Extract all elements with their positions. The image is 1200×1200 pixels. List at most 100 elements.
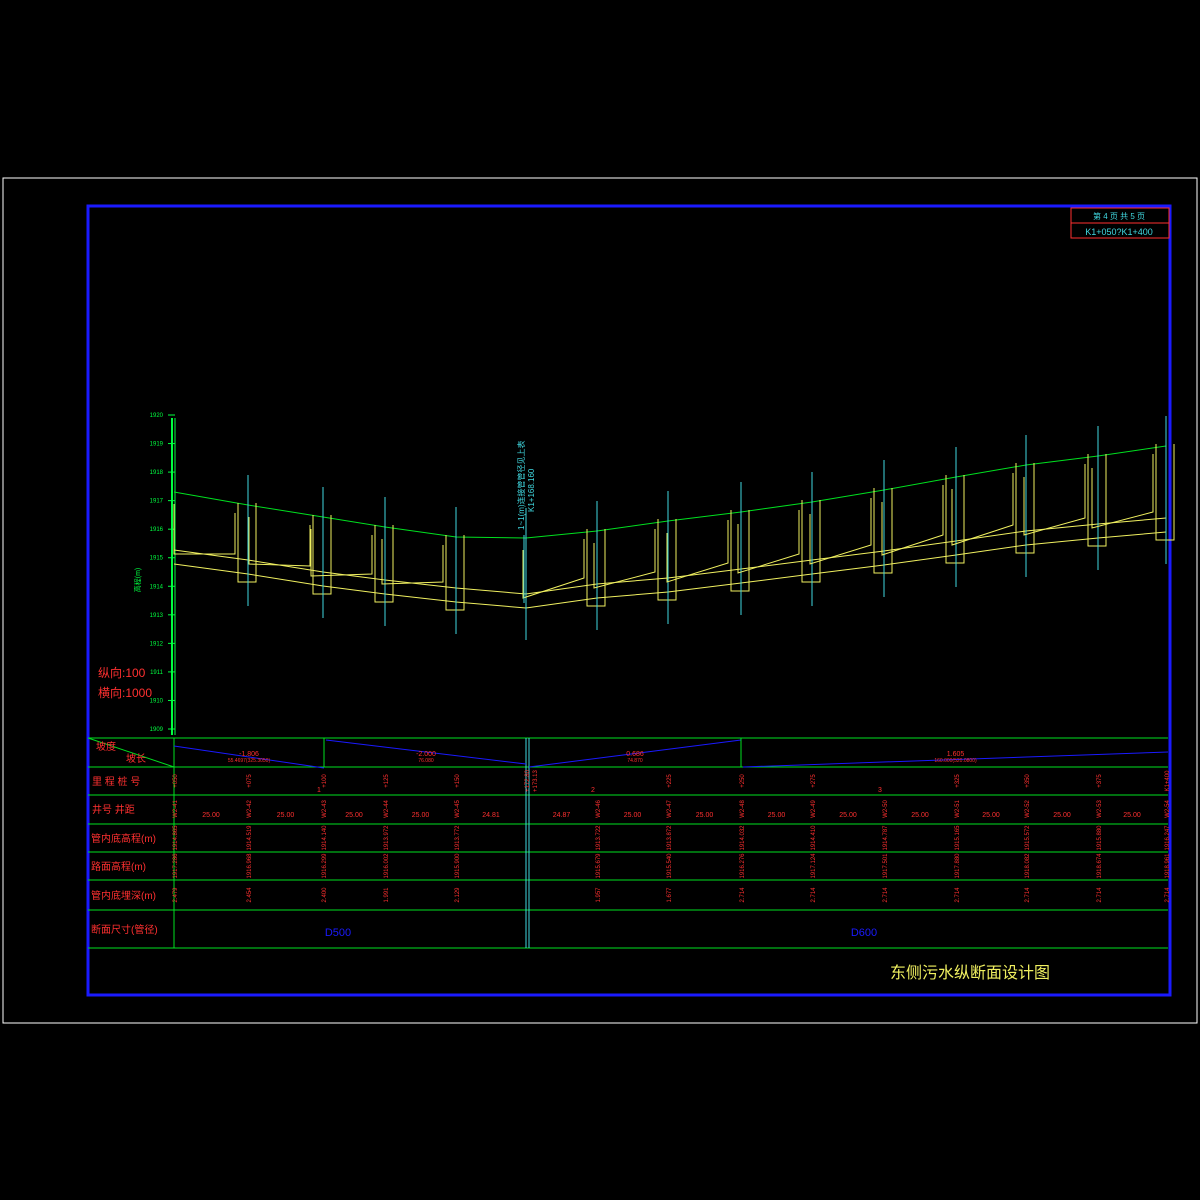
title-block-page: 第 4 页 共 5 页 [1093,211,1145,221]
well-number: W2-42 [247,800,253,818]
connection-note-line2: K1+168.160 [527,468,536,512]
manhole-outline [1015,463,1035,554]
chainage-value: +100 [322,774,328,788]
invert-elevation: 1914.032 [740,825,746,851]
axis-tick-label: 1917 [150,499,164,505]
invert-elevation: 1915.572 [1025,825,1031,851]
well-spacing: 25.00 [982,812,1000,819]
chainage-value: K1+400 [1165,770,1171,792]
invert-elevation: 1913.972 [384,825,390,851]
well-spacing: 24.81 [482,812,500,819]
well-spacing: 25.00 [345,812,363,819]
manhole-chamber-outline [737,510,800,574]
row-label-length: 坡长 [126,752,146,765]
manhole-outline [445,535,465,611]
invert-elevation: 1916.247 [1165,825,1171,851]
scale-vertical: 纵向:100 [98,665,146,680]
well-number: W2-50 [883,800,889,818]
manhole-chamber-outline [1091,454,1154,529]
slope-value: 1.605 [947,751,965,758]
manhole-chamber-outline [310,529,373,577]
well-spacing: 25.00 [1053,812,1071,819]
data-table: 坡度 坡长 里 程 桩 号 井号 井距 管内底高程(m) 路面高程(m) 管内底… [87,737,1171,949]
invert-depth: 1.677 [667,887,673,903]
axis-tick-label: 1918 [150,470,164,476]
manhole-outline [1087,454,1107,547]
ground-elevation: 1916.002 [384,853,390,879]
chainage-value: +250 [740,774,746,788]
invert-depth: 1.957 [596,887,602,903]
well-number: W2-45 [455,800,461,818]
chainage-value: +075 [247,774,253,788]
chainage-value: +150 [455,774,461,788]
chainage-extra: +173.13 [533,769,539,792]
invert-elevation: 1914.410 [811,825,817,851]
well-spacing: 25.00 [911,812,929,819]
invert-elevation: 1914.865 [173,825,179,851]
well-number: W2-41 [173,800,179,818]
well-number: W2-44 [384,800,390,818]
well-number: W2-51 [955,800,961,818]
chainage-value: +275 [811,774,817,788]
ground-elevation: 1918.961 [1165,853,1171,879]
axis-tick-label: 1919 [150,442,164,448]
manhole-outline [374,525,394,603]
manhole-outline [730,510,750,592]
well-spacing: 25.00 [768,812,786,819]
ground-elevation: 1918.674 [1097,853,1103,879]
invert-depth: 2.400 [322,887,328,903]
manhole-chamber-outline [522,539,585,599]
manhole-chamber-outline [173,504,236,555]
invert-elevation: 1913.772 [455,825,461,851]
elevation-axis-label: 高程(m) [133,568,142,593]
row-label-section: 断面尺寸(管径) [91,923,158,936]
chainage-value: +225 [667,774,673,788]
ground-elevation: 1916.968 [247,853,253,879]
slope-value: -1.806 [239,751,259,758]
manhole-outline [312,515,332,595]
invert-depth: 2.714 [811,887,817,903]
chainage-value: +050 [173,774,179,788]
well-number: W2-54 [1165,800,1171,818]
axis-tick-label: 1915 [150,556,164,562]
invert-elevation: 1914.519 [247,825,253,851]
manhole-outline [945,475,965,564]
axis-tick-label: 1909 [150,727,164,733]
invert-elevation: 1914.140 [322,825,328,851]
chainage-mark: 3 [878,787,882,794]
invert-elevation: 1915.880 [1097,825,1103,851]
ground-elevation: 1917.501 [883,853,889,879]
chainage-mark: 1 [317,787,321,794]
section-d600: D600 [851,927,877,939]
slope-length: 160.000(520.0800) [934,758,977,764]
axis-tick-label: 1916 [150,527,164,533]
manhole-outline [237,503,257,583]
ground-elevation: 1918.082 [1025,853,1031,879]
section-d500: D500 [325,927,351,939]
well-number: W2-47 [667,800,673,818]
ground-elevation: 1916.276 [740,853,746,879]
manhole-chamber-outline [593,529,656,589]
invert-elevation: 1915.165 [955,825,961,851]
invert-depth: 2.479 [173,887,179,903]
well-spacing: 24.87 [553,812,571,819]
chainage-mark: 2 [591,787,595,794]
axis-tick-label: 1912 [150,641,164,647]
row-label-ground: 路面高程(m) [91,860,146,873]
manhole-outline [873,488,893,574]
ground-elevation: 1915.900 [455,853,461,879]
well-number: W2-43 [322,800,328,818]
axis-tick-label: 1914 [150,584,164,590]
chainage-value: +172.80 [525,769,531,792]
invert-depth: 1.991 [384,887,390,903]
slope-length: 76.080 [418,758,434,764]
connection-note-line1: 1~1(m)连接管管径见上表 [516,440,526,530]
manhole-outline [801,500,821,583]
ground-elevation: 1916.299 [322,853,328,879]
ground-elevation: 1915.679 [596,853,602,879]
title-block: 第 4 页 共 5 页 K1+050?K1+400 [1070,207,1170,239]
manhole-chamber-outline [381,539,444,585]
row-label-chainage: 里 程 桩 号 [92,775,140,788]
ground-elevation: 1917.880 [955,853,961,879]
well-number: W2-46 [596,800,602,818]
